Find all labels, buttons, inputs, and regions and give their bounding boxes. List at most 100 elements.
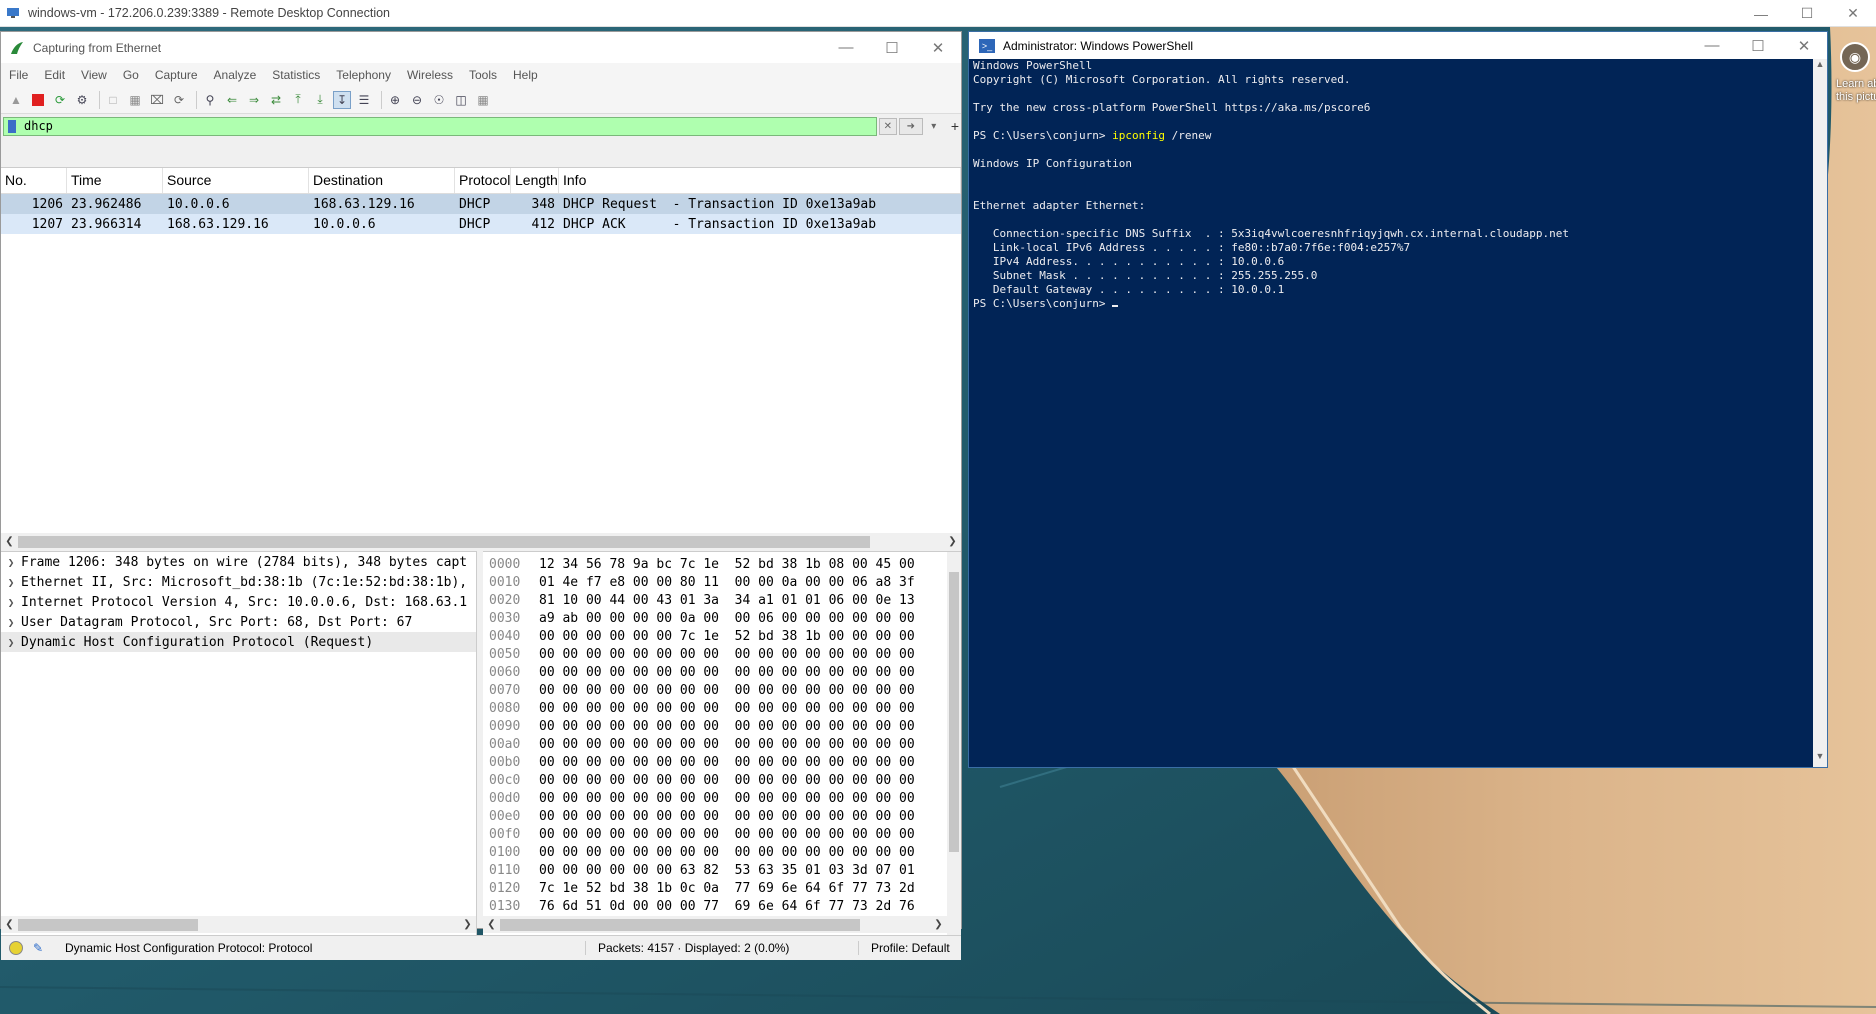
expand-chevron-icon[interactable]: ❯ bbox=[1, 556, 21, 569]
menu-analyze[interactable]: Analyze bbox=[206, 68, 265, 82]
menu-edit[interactable]: Edit bbox=[36, 68, 73, 82]
byte-hex[interactable]: 00 00 00 00 00 00 00 00 00 00 00 00 00 0… bbox=[533, 719, 915, 734]
bookmark-icon[interactable] bbox=[8, 119, 16, 133]
details-hscrollbar[interactable]: ❮ ❯ bbox=[1, 916, 476, 933]
byte-hex[interactable]: 00 00 00 00 00 00 00 00 00 00 00 00 00 0… bbox=[533, 665, 915, 680]
scroll-up-icon[interactable]: ▲ bbox=[1813, 59, 1827, 75]
close-icon[interactable]: ✕ bbox=[1830, 0, 1876, 27]
open-file-icon[interactable]: □ bbox=[104, 91, 122, 109]
maximize-icon[interactable]: ☐ bbox=[1735, 32, 1781, 59]
scroll-left-icon[interactable]: ❮ bbox=[1, 919, 18, 930]
expand-chevron-icon[interactable]: ❯ bbox=[1, 576, 21, 589]
layout-icon[interactable]: ▦ bbox=[474, 91, 492, 109]
zoom-in-icon[interactable]: ⊕ bbox=[386, 91, 404, 109]
minimize-icon[interactable]: — bbox=[1689, 32, 1735, 59]
go-forward-icon[interactable]: ⇒ bbox=[245, 91, 263, 109]
byte-hex[interactable]: 00 00 00 00 00 00 00 00 00 00 00 00 00 0… bbox=[533, 737, 915, 752]
expert-info-led-icon[interactable] bbox=[9, 941, 23, 955]
expand-chevron-icon[interactable]: ❯ bbox=[1, 596, 21, 609]
first-packet-icon[interactable]: ⤒ bbox=[289, 91, 307, 109]
scroll-right-icon[interactable]: ❯ bbox=[459, 919, 476, 930]
status-profile[interactable]: Profile: Default bbox=[858, 941, 950, 955]
go-to-packet-icon[interactable]: ⇄ bbox=[267, 91, 285, 109]
menu-file[interactable]: File bbox=[1, 68, 36, 82]
byte-hex[interactable]: 00 00 00 00 00 00 00 00 00 00 00 00 00 0… bbox=[533, 827, 915, 842]
close-icon[interactable]: ✕ bbox=[1781, 32, 1827, 59]
byte-hex[interactable]: 00 00 00 00 00 00 00 00 00 00 00 00 00 0… bbox=[533, 809, 915, 824]
expand-chevron-icon[interactable]: ❯ bbox=[1, 616, 21, 629]
filter-dropdown-icon[interactable]: ▾ bbox=[925, 118, 943, 135]
restart-capture-icon[interactable]: ⟳ bbox=[51, 91, 69, 109]
last-packet-icon[interactable]: ⤓ bbox=[311, 91, 329, 109]
camera-icon[interactable]: ◉ bbox=[1840, 42, 1870, 72]
close-file-icon[interactable]: ⌧ bbox=[148, 91, 166, 109]
autoscroll-icon[interactable]: ↧ bbox=[333, 90, 351, 109]
close-icon[interactable]: ✕ bbox=[915, 32, 961, 63]
menu-statistics[interactable]: Statistics bbox=[264, 68, 328, 82]
powershell-console[interactable]: Windows PowerShell Copyright (C) Microsof… bbox=[973, 59, 1811, 767]
capture-comment-icon[interactable]: ✎ bbox=[31, 941, 45, 955]
maximize-icon[interactable]: ☐ bbox=[869, 32, 915, 63]
bytes-hscrollbar[interactable]: ❮ ❯ bbox=[483, 916, 947, 933]
packet-list-hscrollbar[interactable]: ❮ ❯ bbox=[1, 533, 961, 550]
byte-hex[interactable]: 00 00 00 00 00 00 00 00 00 00 00 00 00 0… bbox=[533, 773, 915, 788]
byte-hex[interactable]: 12 34 56 78 9a bc 7c 1e 52 bd 38 1b 08 0… bbox=[533, 557, 915, 572]
packet-row[interactable]: 1206 23.962486 10.0.0.6 168.63.129.16 DH… bbox=[1, 194, 961, 214]
packet-row[interactable]: 1207 23.966314 168.63.129.16 10.0.0.6 DH… bbox=[1, 214, 961, 234]
column-destination[interactable]: Destination bbox=[309, 168, 455, 193]
byte-hex[interactable]: 81 10 00 44 00 43 01 3a 34 a1 01 01 06 0… bbox=[533, 593, 915, 608]
column-protocol[interactable]: Protocol bbox=[455, 168, 511, 193]
zoom-reset-icon[interactable]: ☉ bbox=[430, 91, 448, 109]
menu-help[interactable]: Help bbox=[505, 68, 546, 82]
scroll-left-icon[interactable]: ❮ bbox=[483, 919, 500, 930]
menu-go[interactable]: Go bbox=[115, 68, 147, 82]
byte-hex[interactable]: 00 00 00 00 00 00 00 00 00 00 00 00 00 0… bbox=[533, 647, 915, 662]
apply-filter-icon[interactable]: ➜ bbox=[898, 117, 923, 135]
scrollbar-thumb[interactable] bbox=[18, 535, 870, 548]
byte-hex[interactable]: 7c 1e 52 bd 38 1b 0c 0a 77 69 6e 64 6f 7… bbox=[533, 881, 915, 896]
menu-telephony[interactable]: Telephony bbox=[328, 68, 399, 82]
menu-tools[interactable]: Tools bbox=[461, 68, 505, 82]
expand-chevron-icon[interactable]: ❯ bbox=[1, 636, 21, 649]
column-info[interactable]: Info bbox=[559, 168, 961, 193]
menu-view[interactable]: View bbox=[73, 68, 115, 82]
scroll-right-icon[interactable]: ❯ bbox=[930, 919, 947, 930]
detail-ethernet-row[interactable]: ❯ Ethernet II, Src: Microsoft_bd:38:1b (7… bbox=[1, 572, 476, 592]
column-source[interactable]: Source bbox=[163, 168, 309, 193]
menu-capture[interactable]: Capture bbox=[147, 68, 206, 82]
save-file-icon[interactable]: ▦ bbox=[126, 91, 144, 109]
go-back-icon[interactable]: ⇐ bbox=[223, 91, 241, 109]
spotlight-widget[interactable]: ◉ Learn abo this pictu bbox=[1836, 40, 1876, 120]
capture-options-icon[interactable]: ⚙ bbox=[73, 91, 91, 109]
byte-hex[interactable]: 76 6d 51 0d 00 00 00 77 69 6e 64 6f 77 7… bbox=[533, 899, 915, 914]
reload-file-icon[interactable]: ⟳ bbox=[170, 91, 188, 109]
detail-dhcp-row[interactable]: ❯ Dynamic Host Configuration Protocol (Re… bbox=[1, 632, 476, 652]
byte-hex[interactable]: 00 00 00 00 00 00 63 82 53 63 35 01 03 3… bbox=[533, 863, 915, 878]
powershell-vscrollbar[interactable]: ▲ ▼ bbox=[1813, 59, 1827, 767]
byte-hex[interactable]: 00 00 00 00 00 00 00 00 00 00 00 00 00 0… bbox=[533, 755, 915, 770]
bytes-vscrollbar[interactable] bbox=[947, 552, 961, 936]
colorize-icon[interactable]: ☰ bbox=[355, 91, 373, 109]
add-filter-button-icon[interactable]: + bbox=[951, 118, 959, 134]
column-time[interactable]: Time bbox=[67, 168, 163, 193]
minimize-icon[interactable]: — bbox=[823, 32, 869, 63]
detail-ip-row[interactable]: ❯ Internet Protocol Version 4, Src: 10.0.… bbox=[1, 592, 476, 612]
minimize-icon[interactable]: — bbox=[1738, 0, 1784, 27]
byte-hex[interactable]: 00 00 00 00 00 00 00 00 00 00 00 00 00 0… bbox=[533, 683, 915, 698]
zoom-out-icon[interactable]: ⊖ bbox=[408, 91, 426, 109]
find-packet-icon[interactable]: ⚲ bbox=[201, 91, 219, 109]
byte-hex[interactable]: a9 ab 00 00 00 00 0a 00 00 06 00 00 00 0… bbox=[533, 611, 915, 626]
scrollbar-thumb[interactable] bbox=[500, 918, 860, 931]
scrollbar-thumb[interactable] bbox=[18, 918, 198, 931]
column-length[interactable]: Length bbox=[511, 168, 559, 193]
byte-hex[interactable]: 01 4e f7 e8 00 00 80 11 00 00 0a 00 00 0… bbox=[533, 575, 915, 590]
detail-udp-row[interactable]: ❯ User Datagram Protocol, Src Port: 68, D… bbox=[1, 612, 476, 632]
byte-hex[interactable]: 00 00 00 00 00 00 00 00 00 00 00 00 00 0… bbox=[533, 701, 915, 716]
menu-wireless[interactable]: Wireless bbox=[399, 68, 461, 82]
resize-columns-icon[interactable]: ◫ bbox=[452, 91, 470, 109]
display-filter-input[interactable]: dhcp bbox=[3, 116, 877, 136]
clear-filter-icon[interactable]: ✕ bbox=[878, 117, 897, 135]
scroll-right-icon[interactable]: ❯ bbox=[944, 536, 961, 547]
byte-hex[interactable]: 00 00 00 00 00 00 00 00 00 00 00 00 00 0… bbox=[533, 791, 915, 806]
start-capture-icon[interactable]: ▲ bbox=[7, 91, 25, 109]
